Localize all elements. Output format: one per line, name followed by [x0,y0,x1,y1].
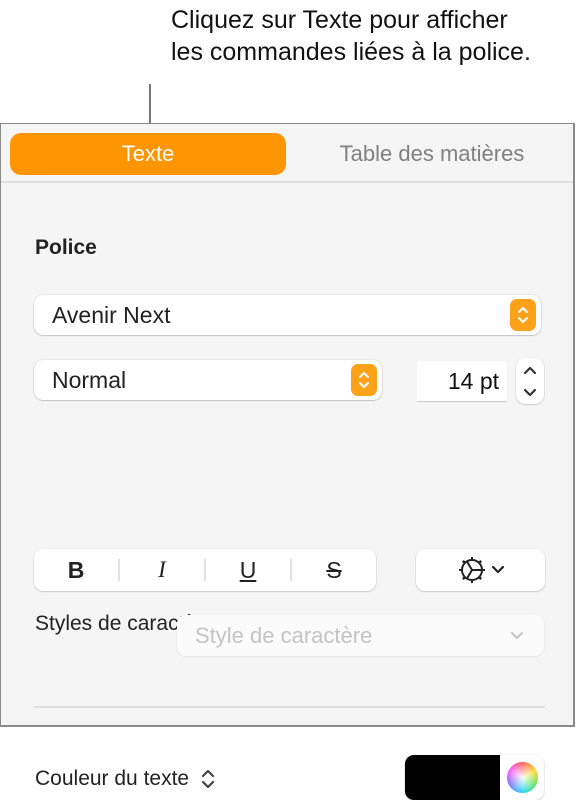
font-size-field[interactable]: 14 pt [417,361,507,402]
up-down-chevron-icon [202,769,215,789]
character-style-placeholder: Style de caractère [195,622,373,648]
section-divider [34,706,545,708]
typeface-popup[interactable]: Normal [34,360,382,400]
bold-icon: B [67,556,85,583]
underline-icon: U [239,556,257,583]
font-family-value: Avenir Next [52,301,171,328]
color-swatch[interactable] [405,755,500,800]
advanced-options-button[interactable] [416,549,545,591]
font-size-stepper[interactable] [516,358,544,404]
increase-size-button[interactable] [516,358,544,381]
text-style-buttons: B I U S [34,549,376,591]
chevron-down-icon [491,565,504,574]
text-color-selector[interactable]: Couleur du texte [35,767,215,791]
gear-icon [458,557,485,583]
chevron-down-icon [511,631,523,639]
up-down-chevron-icon [510,299,536,331]
text-color-label: Couleur du texte [35,767,190,790]
tab-bar: Texte Table des matières [1,124,573,183]
font-section-title: Police [35,236,97,259]
strikethrough-icon: S [326,556,342,583]
underline-button[interactable]: U [206,549,290,591]
italic-button[interactable]: I [120,549,204,591]
character-style-popup[interactable]: Style de caractère [177,615,544,656]
format-inspector-panel: Texte Table des matières Police Avenir N… [0,123,575,800]
color-wheel-icon[interactable] [507,762,538,793]
tab-table-des-matieres[interactable]: Table des matières [291,133,573,175]
callout-text: Cliquez sur Texte pour afficher les comm… [171,6,531,66]
strikethrough-button[interactable]: S [292,549,376,591]
italic-icon: I [158,557,166,582]
text-color-well[interactable] [405,755,544,800]
typeface-value: Normal [52,366,127,393]
chevron-down-icon [523,388,537,396]
bold-button[interactable]: B [34,549,118,591]
font-size-value: 14 pt [447,367,499,394]
font-family-popup[interactable]: Avenir Next [34,295,541,335]
chevron-up-icon [523,366,537,374]
up-down-chevron-icon [351,364,377,396]
tab-texte[interactable]: Texte [10,133,286,175]
decrease-size-button[interactable] [516,381,544,404]
